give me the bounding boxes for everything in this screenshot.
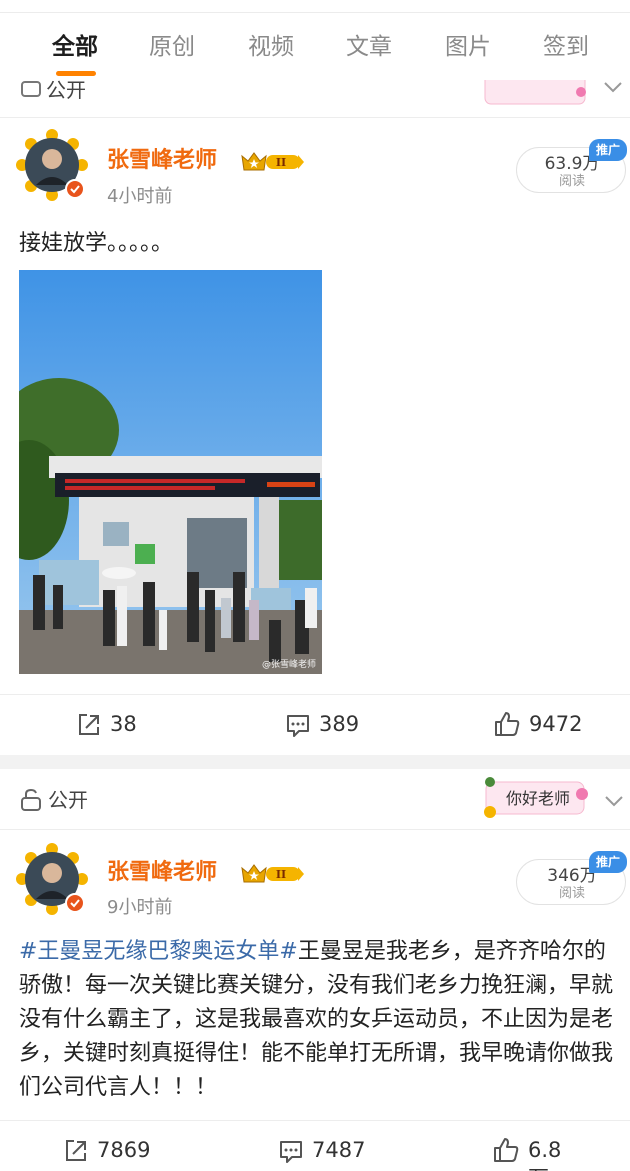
vip-level: II xyxy=(276,868,286,881)
username[interactable]: 张雪峰老师 xyxy=(107,146,217,176)
hashtag-link[interactable]: #王曼昱无缘巴黎奥运女单# xyxy=(19,939,298,964)
visibility-row-partial: 公开 xyxy=(0,80,630,116)
lock-open-icon xyxy=(21,81,41,97)
visibility-label: 公开 xyxy=(48,788,88,812)
chevron-down-icon[interactable] xyxy=(604,794,624,808)
vip-level: II xyxy=(276,156,286,169)
tab-all[interactable]: 全部 xyxy=(52,30,98,64)
comment-icon xyxy=(280,1141,302,1163)
greeting-badge-text: 你好老师 xyxy=(506,789,570,808)
greeting-badge-icon xyxy=(484,80,586,105)
share-count: 38 xyxy=(110,712,137,736)
photo-watermark: @张雪峰老师 xyxy=(261,660,316,670)
promo-badge: 推广 xyxy=(589,139,627,161)
greeting-badge-icon: 你好老师 xyxy=(484,777,588,818)
vip-crown-icon[interactable]: II xyxy=(240,862,304,884)
post-gap xyxy=(0,755,630,769)
tab-images[interactable]: 图片 xyxy=(445,30,491,64)
post-photo[interactable]: @张雪峰老师 xyxy=(19,270,322,674)
comment-icon xyxy=(287,715,309,737)
chevron-down-icon[interactable] xyxy=(603,80,623,94)
divider xyxy=(0,829,630,830)
tab-video[interactable]: 视频 xyxy=(248,30,294,64)
share-icon xyxy=(66,1140,86,1161)
divider xyxy=(0,117,630,118)
share-icon xyxy=(79,714,99,735)
username[interactable]: 张雪峰老师 xyxy=(107,858,217,888)
thumbs-up-icon xyxy=(495,712,520,736)
divider xyxy=(0,694,630,695)
top-divider xyxy=(0,12,630,13)
post-text[interactable]: 接娃放学。。。。。 xyxy=(19,227,613,261)
top-tab-bar: 全部 原创 视频 文章 图片 签到 xyxy=(0,0,630,80)
visibility-label: 公开 xyxy=(46,80,86,102)
lock-open-icon xyxy=(21,788,41,811)
comment-count: 7487 xyxy=(312,1138,366,1162)
avatar[interactable] xyxy=(16,129,88,201)
tab-articles[interactable]: 文章 xyxy=(346,30,392,64)
tab-checkin[interactable]: 签到 xyxy=(543,30,589,64)
post-time: 9小时前 xyxy=(107,897,173,918)
read-label: 阅读 xyxy=(558,174,585,189)
school-gate-photo xyxy=(19,270,322,674)
tab-original[interactable]: 原创 xyxy=(149,30,195,64)
comment-count: 389 xyxy=(319,712,360,736)
thumbs-up-icon xyxy=(494,1138,519,1162)
post-text[interactable]: #王曼昱无缘巴黎奥运女单#王曼昱是我老乡，是齐齐哈尔的骄傲！每一次关键比赛关键分… xyxy=(19,935,613,1105)
like-count: 6.8万 xyxy=(528,1138,562,1171)
active-tab-indicator xyxy=(56,71,96,76)
avatar[interactable] xyxy=(16,843,88,915)
read-label: 阅读 xyxy=(558,886,585,901)
vip-crown-icon[interactable]: II xyxy=(240,150,304,172)
promo-badge: 推广 xyxy=(589,851,627,873)
share-count: 7869 xyxy=(97,1138,151,1162)
post-time: 4小时前 xyxy=(107,186,173,207)
divider xyxy=(0,1120,630,1121)
like-count: 9472 xyxy=(529,712,583,736)
